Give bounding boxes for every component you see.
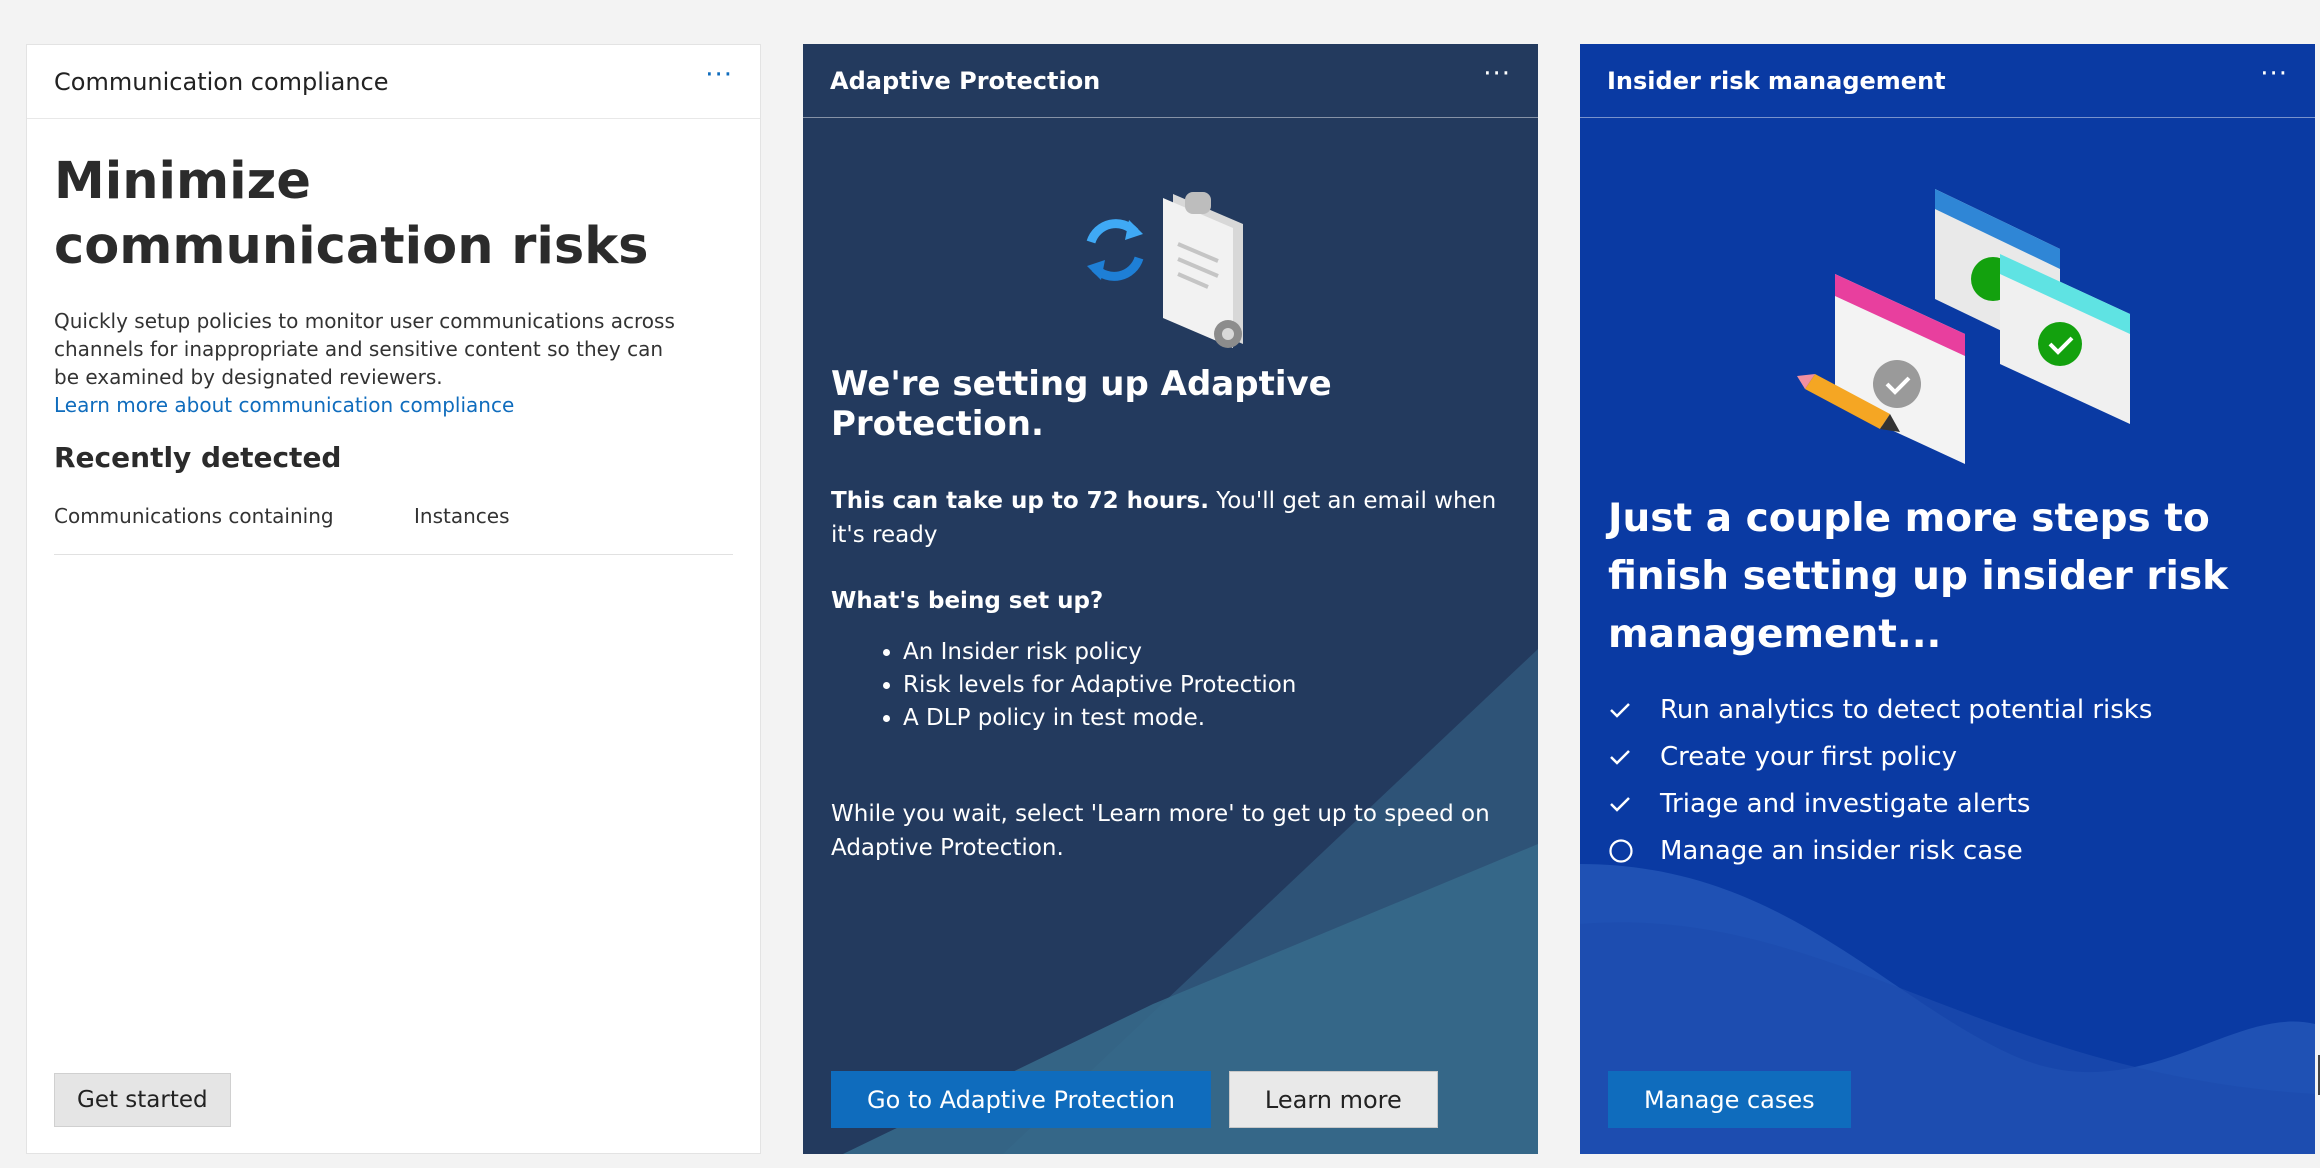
- card-header-title: Communication compliance: [54, 67, 389, 96]
- check-icon: [1608, 745, 1660, 769]
- card-description: Quickly setup policies to monitor user c…: [54, 309, 675, 389]
- clipboard-sync-illustration: [1086, 192, 1243, 348]
- step-item: Manage an insider risk case: [1608, 827, 2298, 874]
- go-to-adaptive-protection-button[interactable]: Go to Adaptive Protection: [831, 1071, 1211, 1128]
- card-title: Minimize communication risks: [54, 152, 649, 276]
- step-item: Create your first policy: [1608, 733, 2298, 780]
- check-icon: [1608, 792, 1660, 816]
- step-label: Run analytics to detect potential risks: [1660, 694, 2153, 725]
- setup-time-bold: This can take up to 72 hours.: [831, 488, 1209, 514]
- card-header: Insider risk management ···: [1580, 44, 2315, 118]
- table-header: Communications containing Instances: [54, 504, 733, 555]
- communication-compliance-card: Communication compliance ··· Minimize co…: [26, 44, 761, 1154]
- column-header-instances[interactable]: Instances: [414, 504, 510, 528]
- step-label: Create your first policy: [1660, 741, 1957, 772]
- sync-icon: [1086, 219, 1144, 281]
- learn-more-button[interactable]: Learn more: [1228, 1071, 1438, 1128]
- step-label: Triage and investigate alerts: [1660, 788, 2031, 819]
- learn-more-link[interactable]: Learn more about communication complianc…: [54, 391, 733, 419]
- get-started-button[interactable]: Get started: [54, 1073, 231, 1127]
- list-item: A DLP policy in test mode.: [903, 702, 1521, 735]
- setup-items-list: An Insider risk policy Risk levels for A…: [831, 636, 1521, 735]
- card-header: Communication compliance ···: [27, 45, 760, 119]
- card-header-title: Insider risk management: [1607, 66, 1946, 95]
- check-icon: [1608, 698, 1660, 722]
- list-item: Risk levels for Adaptive Protection: [903, 669, 1521, 702]
- circle-icon: [1608, 838, 1660, 864]
- card-header: Adaptive Protection ···: [803, 44, 1538, 118]
- window-icon: [2000, 254, 2130, 424]
- clipboard-icon: [1163, 192, 1243, 348]
- more-options-icon[interactable]: ···: [1483, 61, 1511, 101]
- card-header-title: Adaptive Protection: [830, 66, 1101, 95]
- step-item: Triage and investigate alerts: [1608, 780, 2298, 827]
- wait-text: While you wait, select 'Learn more' to g…: [831, 801, 1490, 861]
- setup-time-text: This can take up to 72 hours. You'll get…: [831, 484, 1521, 552]
- step-label: Manage an insider risk case: [1660, 835, 2023, 866]
- card-title: We're setting up Adaptive Protection.: [831, 364, 1332, 444]
- steps-list: Run analytics to detect potential risks …: [1608, 686, 2298, 874]
- more-options-icon[interactable]: ···: [2260, 61, 2288, 101]
- manage-cases-button[interactable]: Manage cases: [1608, 1071, 1851, 1128]
- insider-risk-management-card: Insider risk management ··· Just a coupl…: [1580, 44, 2315, 1154]
- adaptive-protection-card: Adaptive Protection ··· We're setting up…: [803, 44, 1538, 1154]
- more-options-icon[interactable]: ···: [705, 62, 733, 102]
- alerts-illustration: [1797, 189, 2130, 464]
- list-item: An Insider risk policy: [903, 636, 1521, 669]
- section-title: Recently detected: [54, 441, 342, 474]
- card-title: Just a couple more steps to finish setti…: [1608, 496, 2229, 657]
- setup-question: What's being set up?: [831, 588, 1104, 614]
- column-header-communications[interactable]: Communications containing: [54, 504, 414, 528]
- step-item: Run analytics to detect potential risks: [1608, 686, 2298, 733]
